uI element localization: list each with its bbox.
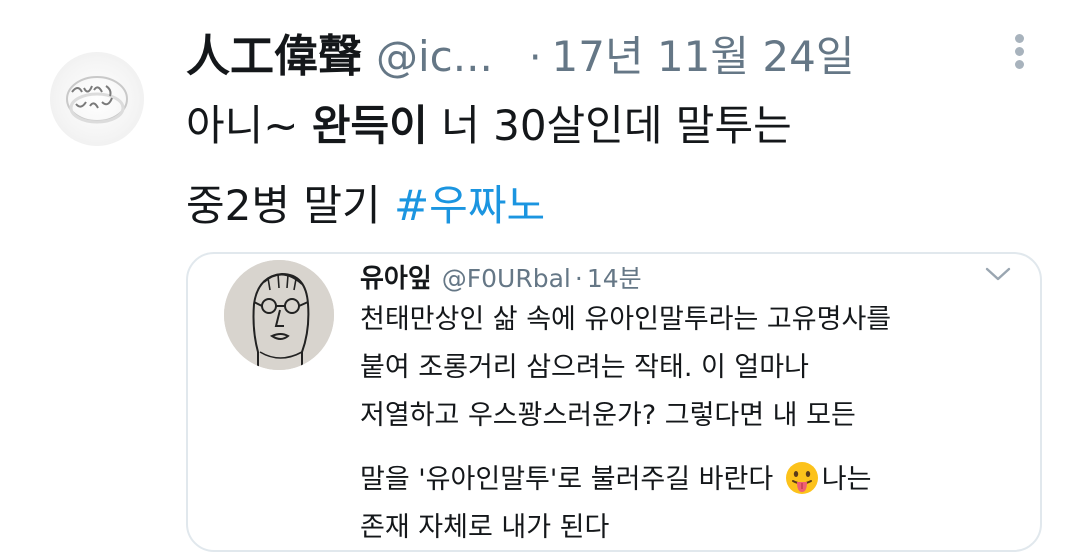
- quote-text-line: 저열하고 우스꽝스러운가? 그렇다면 내 모든: [360, 400, 856, 431]
- tweet-text-segment: 너 30살인데 말투는: [427, 101, 792, 150]
- quote-text-line: 존재 자체로 내가 된다: [360, 512, 610, 543]
- quote-separator-dot: ·: [574, 264, 583, 293]
- quote-display-name[interactable]: 유아잎: [360, 258, 432, 295]
- quote-text-segment: 나는: [821, 464, 872, 495]
- quote-text-line: 붙여 조롱거리 삼으려는 작태. 이 얼마나: [360, 352, 809, 383]
- tweet-text: 아니~ 완득이 너 30살인데 말투는 중2병 말기 #우짜노: [186, 86, 1046, 246]
- tweet-text-line-2: 중2병 말기 #우짜노: [186, 166, 1046, 246]
- hashtag-link[interactable]: #우짜노: [394, 181, 545, 230]
- user-handle[interactable]: @ic...: [376, 32, 493, 81]
- tweet-date[interactable]: 17년 11월 24일: [552, 23, 855, 84]
- quote-text-segment: 말을 '유아인말투'로 불러주길 바란다: [360, 464, 774, 495]
- quote-avatar[interactable]: [224, 260, 334, 370]
- quote-time[interactable]: 14분: [587, 259, 642, 295]
- tweet-text-bold: 완득이: [311, 101, 428, 150]
- tongue-face-emoji: [784, 460, 820, 496]
- avatar[interactable]: [50, 52, 144, 146]
- quote-user-handle[interactable]: @F0URbal: [442, 264, 571, 293]
- tweet-text-segment: 중2병 말기: [186, 181, 394, 230]
- ring-avatar-icon: [66, 76, 128, 124]
- quoted-tweet[interactable]: 유아잎 @F0URbal · 14분 천태만상인 삶 속에 유아인말투라는 고유…: [186, 252, 1042, 552]
- quote-text-line-with-emoji: 말을 '유아인말투'로 불러주길 바란다 나는: [360, 456, 1010, 504]
- tweet-text-segment: 아니~: [186, 101, 312, 150]
- sketch-face-avatar-icon: [224, 260, 334, 370]
- tweet-text-line-1: 아니~ 완득이 너 30살인데 말투는: [186, 86, 1046, 166]
- tweet-header: 人工偉聲 @ic... · 17년 11월 24일: [186, 20, 854, 82]
- quote-text-line: 천태만상인 삶 속에 유아인말투라는 고유명사를: [360, 304, 892, 335]
- quote-header: 유아잎 @F0URbal · 14분: [360, 258, 642, 295]
- more-vertical-icon[interactable]: [1012, 34, 1026, 74]
- chevron-down-icon[interactable]: [984, 264, 1012, 284]
- quote-text: 천태만상인 삶 속에 유아인말투라는 고유명사를 붙여 조롱거리 삼으려는 작태…: [360, 296, 1010, 552]
- separator-dot: ·: [528, 35, 542, 81]
- display-name[interactable]: 人工偉聲: [186, 20, 362, 84]
- tweet: 人工偉聲 @ic... · 17년 11월 24일 아니~ 완득이 너 30살인…: [0, 0, 1080, 552]
